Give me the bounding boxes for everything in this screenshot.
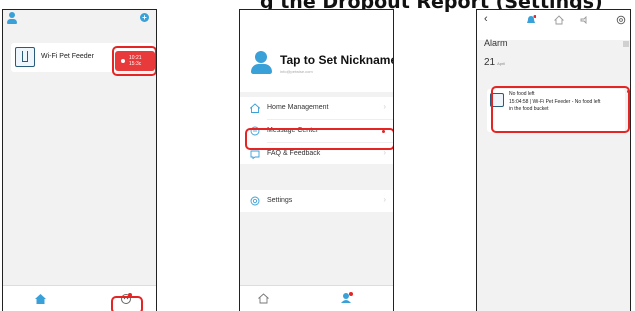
date-day: 21 xyxy=(484,57,496,68)
menu-item-settings[interactable]: Settings › xyxy=(240,190,393,212)
menu-item-label: FAQ & Feedback xyxy=(267,150,321,157)
phone-screen-profile: Tap to Set Nickname info@petwise.com › H… xyxy=(239,9,394,311)
alarm-card-highlight xyxy=(491,86,630,133)
page-title: Alarm xyxy=(484,38,508,48)
home-tab-icon[interactable] xyxy=(35,294,46,304)
device-name: Wi-Fi Pet Feeder xyxy=(41,53,94,60)
tab-bar xyxy=(240,285,393,311)
add-device-button[interactable]: + xyxy=(140,13,149,22)
chevron-right-icon: › xyxy=(383,195,386,204)
home-tab-icon[interactable] xyxy=(554,15,564,25)
chevron-right-icon: › xyxy=(385,56,388,65)
bell-tab-icon[interactable] xyxy=(526,15,536,25)
back-arrow-icon[interactable]: ‹ xyxy=(484,13,488,25)
menu-item-home-management[interactable]: Home Management › xyxy=(240,97,393,119)
profile-header[interactable]: Tap to Set Nickname info@petwise.com › xyxy=(240,10,393,92)
menu-item-label: Settings xyxy=(267,197,293,204)
message-tabs-bar: ‹ xyxy=(477,10,630,40)
home-tab-icon[interactable] xyxy=(258,293,269,304)
list-menu-icon[interactable] xyxy=(623,41,629,47)
chevron-right-icon: › xyxy=(383,102,386,111)
nickname-label: Tap to Set Nickname xyxy=(280,53,394,67)
profile-tab-icon[interactable] xyxy=(340,292,353,304)
date-heading: 21 April xyxy=(484,57,505,68)
email-label: info@petwise.com xyxy=(280,69,313,74)
menu-group-settings: Settings › xyxy=(240,190,393,212)
phone-screen-home: + Wi-Fi Pet Feeder 10:21 15:3c xyxy=(2,9,157,311)
menu-item-label: Home Management xyxy=(267,104,329,111)
message-center-highlight xyxy=(245,128,393,150)
phone-screen-alarm: ‹ Alarm 21 April No food left 15:04:58 | … xyxy=(476,9,631,311)
profile-avatar-icon xyxy=(251,51,272,74)
settings-gear-icon[interactable] xyxy=(616,15,626,25)
home-icon xyxy=(250,103,260,113)
profile-tab-highlight xyxy=(111,296,143,311)
profile-avatar-icon[interactable] xyxy=(7,12,17,25)
settings-gear-icon xyxy=(250,196,260,206)
bottom-area xyxy=(477,286,630,311)
pet-feeder-thumbnail-icon xyxy=(15,47,35,67)
alarm-badge-highlight xyxy=(112,46,156,76)
date-month: April xyxy=(497,61,506,66)
faq-icon xyxy=(250,150,260,159)
notification-tab-icon[interactable] xyxy=(580,15,590,25)
